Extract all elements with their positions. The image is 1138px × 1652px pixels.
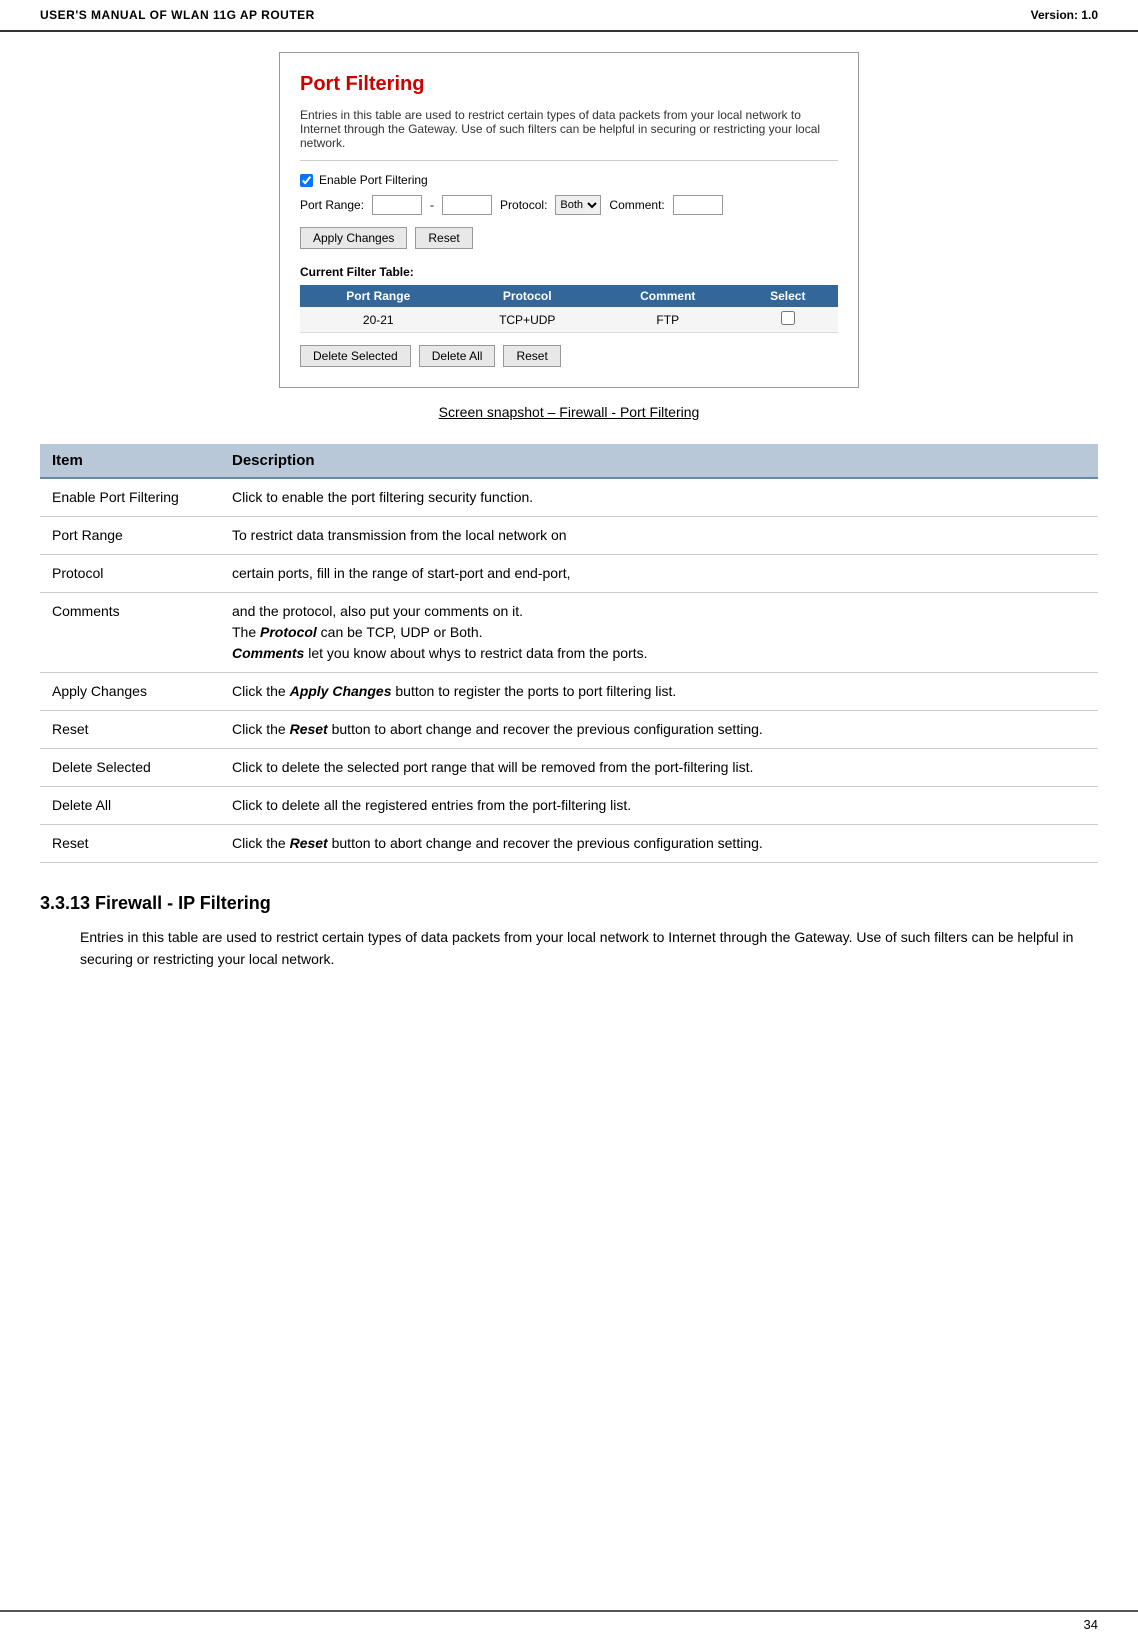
desc-row-portrange: Port Range To restrict data transmission… [40, 517, 1098, 555]
desc-desc-portrange: To restrict data transmission from the l… [220, 517, 1098, 555]
reset2-bold: Reset [290, 835, 328, 851]
filter-table: Port Range Protocol Comment Select 20-21… [300, 285, 838, 333]
desc-desc-protocol: certain ports, fill in the range of star… [220, 555, 1098, 593]
desc-desc-delete-all: Click to delete all the registered entri… [220, 787, 1098, 825]
bottom-border [0, 1610, 1138, 1612]
desc-row-comments: Comments and the protocol, also put your… [40, 593, 1098, 673]
pf-buttons: Apply Changes Reset [300, 227, 838, 249]
td-select [738, 307, 838, 333]
page-header: USER'S MANUAL OF WLAN 11G AP ROUTER Vers… [0, 0, 1138, 32]
enable-port-filtering-checkbox[interactable] [300, 174, 313, 187]
pf-form-row: Port Range: - Protocol: Both TCP UDP Com… [300, 195, 838, 215]
desc-item-enable: Enable Port Filtering [40, 478, 220, 517]
desc-desc-reset1: Click the Reset button to abort change a… [220, 711, 1098, 749]
desc-row-reset2: Reset Click the Reset button to abort ch… [40, 825, 1098, 863]
desc-item-apply: Apply Changes [40, 673, 220, 711]
desc-row-protocol: Protocol certain ports, fill in the rang… [40, 555, 1098, 593]
desc-table: Item Description Enable Port Filtering C… [40, 444, 1098, 863]
desc-item-protocol: Protocol [40, 555, 220, 593]
th-select: Select [738, 285, 838, 307]
desc-item-delete-all: Delete All [40, 787, 220, 825]
desc-item-delete-selected: Delete Selected [40, 749, 220, 787]
desc-item-comments: Comments [40, 593, 220, 673]
comment-label: Comment: [609, 198, 664, 212]
pf-title: Port Filtering [300, 73, 838, 96]
bottom-buttons: Delete Selected Delete All Reset [300, 345, 838, 367]
th-comment: Comment [598, 285, 738, 307]
desc-item-reset2: Reset [40, 825, 220, 863]
desc-row-delete-selected: Delete Selected Click to delete the sele… [40, 749, 1098, 787]
protocol-label: Protocol: [500, 198, 547, 212]
desc-row-delete-all: Delete All Click to delete all the regis… [40, 787, 1098, 825]
port-range-label: Port Range: [300, 198, 364, 212]
desc-desc-enable: Click to enable the port filtering secur… [220, 478, 1098, 517]
table-row: 20-21 TCP+UDP FTP [300, 307, 838, 333]
desc-col-item: Item [40, 444, 220, 478]
apply-changes-button[interactable]: Apply Changes [300, 227, 407, 249]
desc-desc-reset2: Click the Reset button to abort change a… [220, 825, 1098, 863]
manual-title: USER'S MANUAL OF WLAN 11G AP ROUTER [40, 8, 315, 22]
screenshot-box: Port Filtering Entries in this table are… [279, 52, 859, 388]
protocol-bold: Protocol [260, 624, 317, 640]
row-select-checkbox[interactable] [781, 311, 795, 325]
td-port-range: 20-21 [300, 307, 457, 333]
version-label: Version: 1.0 [1031, 8, 1098, 22]
section-body: Entries in this table are used to restri… [40, 926, 1098, 971]
pf-enable-row: Enable Port Filtering [300, 173, 838, 187]
reset-button-top[interactable]: Reset [415, 227, 472, 249]
desc-desc-comments: and the protocol, also put your comments… [220, 593, 1098, 673]
td-comment: FTP [598, 307, 738, 333]
comment-input[interactable] [673, 195, 723, 215]
desc-row-apply: Apply Changes Click the Apply Changes bu… [40, 673, 1098, 711]
protocol-select[interactable]: Both TCP UDP [555, 195, 601, 215]
desc-item-portrange: Port Range [40, 517, 220, 555]
main-content: Port Filtering Entries in this table are… [0, 52, 1138, 971]
desc-col-description: Description [220, 444, 1098, 478]
pf-desc: Entries in this table are used to restri… [300, 108, 838, 161]
comments-bold: Comments [232, 645, 304, 661]
td-protocol: TCP+UDP [457, 307, 598, 333]
th-port-range: Port Range [300, 285, 457, 307]
screenshot-caption: Screen snapshot – Firewall - Port Filter… [40, 404, 1098, 420]
desc-item-reset1: Reset [40, 711, 220, 749]
desc-desc-delete-selected: Click to delete the selected port range … [220, 749, 1098, 787]
port-range-start[interactable] [372, 195, 422, 215]
port-range-end[interactable] [442, 195, 492, 215]
desc-row-reset1: Reset Click the Reset button to abort ch… [40, 711, 1098, 749]
section-heading: 3.3.13 Firewall - IP Filtering [40, 893, 1098, 914]
enable-label: Enable Port Filtering [319, 173, 428, 187]
desc-desc-apply: Click the Apply Changes button to regist… [220, 673, 1098, 711]
delete-selected-button[interactable]: Delete Selected [300, 345, 411, 367]
port-range-sep: - [430, 198, 434, 212]
th-protocol: Protocol [457, 285, 598, 307]
desc-row-enable: Enable Port Filtering Click to enable th… [40, 478, 1098, 517]
page-footer: 34 [1084, 1617, 1098, 1632]
apply-bold: Apply Changes [290, 683, 392, 699]
current-filter-label: Current Filter Table: [300, 265, 838, 279]
reset-button-bottom[interactable]: Reset [503, 345, 560, 367]
delete-all-button[interactable]: Delete All [419, 345, 496, 367]
reset1-bold: Reset [290, 721, 328, 737]
